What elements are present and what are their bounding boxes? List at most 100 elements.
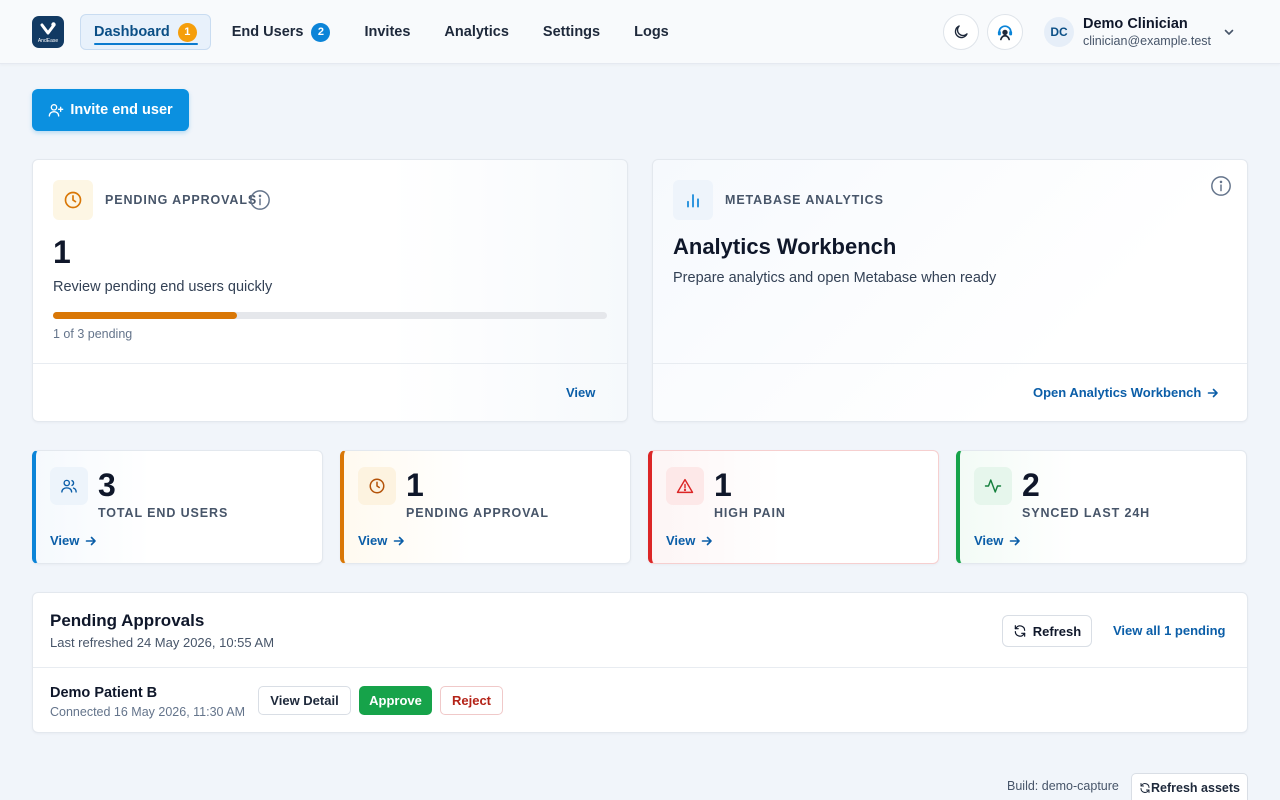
stat-value: 3 [98, 467, 116, 503]
refresh-button[interactable]: Refresh [1002, 615, 1092, 647]
nav-dashboard[interactable]: Dashboard 1 [80, 14, 211, 50]
activity-pulse-icon [984, 479, 1002, 493]
moon-icon [954, 25, 968, 39]
panel-divider [33, 667, 1247, 668]
stat-label: PENDING APPROVAL [406, 506, 549, 520]
stat-value: 2 [1022, 467, 1040, 503]
support-agent-icon [997, 25, 1013, 41]
stat-view-link[interactable]: View [50, 533, 97, 548]
refresh-label: Refresh [1032, 623, 1082, 639]
refresh-assets-label: Refresh assets [1151, 780, 1240, 795]
pending-icon-box [53, 180, 93, 220]
stat-label: TOTAL END USERS [98, 506, 229, 520]
nav-invites[interactable]: Invites [351, 14, 423, 50]
pending-approvals-card: PENDING APPROVALS 1 Review pending end u… [32, 159, 628, 422]
nav-end-users[interactable]: End Users 2 [219, 14, 344, 50]
nav-logs-label: Logs [634, 24, 669, 40]
panel-title: Pending Approvals [50, 611, 205, 630]
nav-dashboard-badge: 1 [177, 22, 197, 42]
stat-pending-approval: 1 PENDING APPROVAL View [340, 450, 631, 564]
stat-value: 1 [406, 467, 424, 503]
arrow-right-icon [1010, 536, 1021, 545]
users-icon [61, 479, 77, 493]
clock-icon [369, 478, 385, 494]
analytics-icon-box [673, 180, 713, 220]
view-detail-button[interactable]: View Detail [258, 686, 351, 715]
nav-settings-label: Settings [542, 24, 601, 40]
theme-toggle-button[interactable] [943, 14, 979, 50]
nav-analytics[interactable]: Analytics [431, 14, 521, 50]
chevron-down-icon [1224, 29, 1234, 35]
user-email: clinician@example.test [1083, 33, 1212, 48]
user-name: Demo Clinician [1083, 15, 1188, 32]
stat-total-end-users: 3 TOTAL END USERS View [32, 450, 323, 564]
pending-approvals-panel: Pending Approvals Last refreshed 24 May … [32, 592, 1248, 733]
stat-value: 1 [714, 467, 732, 503]
nav-logs[interactable]: Logs [621, 14, 682, 50]
analytics-subtitle: Prepare analytics and open Metabase when… [673, 270, 997, 286]
invite-end-user-label: Invite end user [70, 102, 173, 118]
pending-view-link[interactable]: View [566, 385, 595, 400]
analytics-workbench-card: METABASE ANALYTICS Analytics Workbench P… [652, 159, 1248, 422]
clock-icon [64, 191, 82, 209]
stat-label: SYNCED LAST 24H [1022, 506, 1151, 520]
user-plus-icon [48, 104, 64, 117]
stat-view-label: View [666, 533, 696, 548]
pending-progress-bar [53, 312, 607, 319]
users-icon-box [50, 467, 88, 505]
clock-icon-box [358, 467, 396, 505]
stat-view-link[interactable]: View [974, 533, 1021, 548]
last-refreshed-text: Last refreshed 24 May 2026, 10:55 AM [50, 635, 275, 650]
pending-count: 1 [53, 234, 71, 270]
nav-analytics-label: Analytics [444, 24, 509, 40]
patient-name: Demo Patient B [50, 685, 158, 701]
view-all-pending-link[interactable]: View all 1 pending [1113, 623, 1225, 638]
support-button[interactable] [987, 14, 1023, 50]
refresh-icon [1140, 782, 1150, 793]
nav-settings[interactable]: Settings [530, 14, 613, 50]
stat-view-label: View [50, 533, 80, 548]
top-navigation-bar: AndEase Dashboard 1 End Users 2 Invites … [0, 0, 1280, 64]
connected-date: Connected 16 May 2026, 11:30 AM [50, 705, 246, 719]
analytics-title: Analytics Workbench [673, 234, 897, 259]
arrow-right-icon [702, 536, 713, 545]
stat-view-label: View [974, 533, 1004, 548]
open-analytics-workbench-link[interactable]: Open Analytics Workbench [1033, 385, 1219, 400]
arrow-right-icon [86, 536, 97, 545]
warning-triangle-icon [676, 478, 694, 494]
refresh-assets-button[interactable]: Refresh assets [1131, 773, 1248, 800]
user-menu[interactable]: DC Demo Clinician clinician@example.test [1044, 14, 1235, 50]
logo-mark-icon [40, 21, 56, 34]
pending-progress-caption: 1 of 3 pending [53, 327, 133, 341]
stat-view-label: View [358, 533, 388, 548]
pulse-icon-box [974, 467, 1012, 505]
stat-view-link[interactable]: View [666, 533, 713, 548]
info-icon[interactable] [249, 189, 271, 211]
nav-dashboard-label: Dashboard [94, 24, 198, 45]
info-icon[interactable] [1210, 175, 1232, 197]
refresh-icon [1014, 625, 1026, 637]
arrow-right-icon [1208, 388, 1219, 397]
logo-text: AndEase [37, 37, 59, 44]
user-info: Demo Clinician clinician@example.test [1083, 15, 1211, 50]
bar-chart-icon [687, 194, 699, 208]
nav-end-users-badge: 2 [311, 22, 331, 42]
warning-icon-box [666, 467, 704, 505]
card-divider [653, 363, 1247, 364]
app-logo[interactable]: AndEase [32, 16, 64, 48]
invite-end-user-button[interactable]: Invite end user [32, 89, 189, 131]
analytics-eyebrow: METABASE ANALYTICS [725, 193, 884, 207]
stat-synced-last-24h: 2 SYNCED LAST 24H View [956, 450, 1247, 564]
main-nav: Dashboard 1 End Users 2 Invites Analytic… [80, 13, 690, 51]
stat-high-pain: 1 HIGH PAIN View [648, 450, 939, 564]
pending-progress-fill [53, 312, 238, 319]
arrow-right-icon [394, 536, 405, 545]
stat-view-link[interactable]: View [358, 533, 405, 548]
stat-label: HIGH PAIN [714, 506, 786, 520]
approve-button[interactable]: Approve [359, 686, 432, 715]
card-divider [33, 363, 627, 364]
reject-button[interactable]: Reject [440, 686, 503, 715]
pending-eyebrow: PENDING APPROVALS [105, 193, 258, 207]
nav-end-users-label: End Users [231, 24, 304, 40]
avatar: DC [1044, 17, 1074, 47]
